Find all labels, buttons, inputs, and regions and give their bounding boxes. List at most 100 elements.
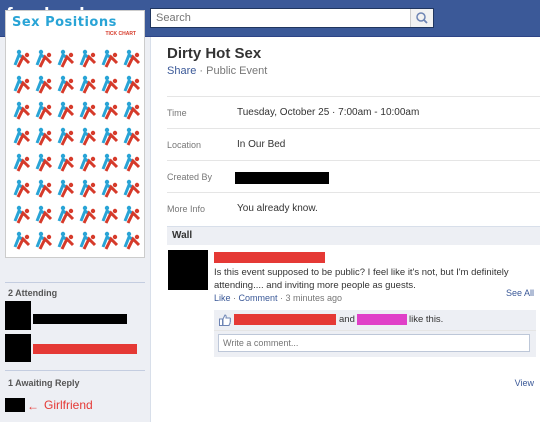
poster-figure [13, 153, 31, 172]
detail-value: You already know. [237, 203, 318, 214]
poster-figure [13, 49, 31, 68]
thumbs-up-icon [219, 314, 231, 326]
event-subtitle: Share · Public Event [167, 65, 267, 77]
poster-figure [101, 75, 119, 94]
poster-figure [57, 179, 75, 198]
post-avatar[interactable] [168, 250, 208, 290]
share-link[interactable]: Share [167, 65, 196, 77]
likes-suffix: like this. [409, 314, 444, 325]
search-input[interactable] [151, 9, 421, 27]
poster-figure [79, 179, 97, 198]
redacted-liker[interactable] [357, 314, 407, 325]
poster-figure [101, 231, 119, 250]
poster-figure [79, 205, 97, 224]
poster-figure [101, 179, 119, 198]
poster-figure [13, 231, 31, 250]
detail-row-more-info: More Info You already know. [167, 192, 540, 225]
poster-figure [123, 101, 141, 120]
poster-figure [123, 205, 141, 224]
poster-figure [13, 179, 31, 198]
poster-figure [101, 49, 119, 68]
detail-value: In Our Bed [237, 139, 286, 150]
redacted-creator[interactable] [235, 172, 329, 184]
post-text: Is this event supposed to be public? I f… [214, 267, 509, 291]
detail-row-location: Location In Our Bed [167, 128, 540, 161]
poster-figure [123, 153, 141, 172]
poster-figure [35, 205, 53, 224]
poster-figure [57, 49, 75, 68]
redacted-liker[interactable] [234, 314, 336, 325]
awaiting-label: 1 Awaiting Reply [8, 378, 80, 388]
event-title: Dirty Hot Sex [167, 45, 262, 62]
poster-figure [35, 49, 53, 68]
post-meta: Like · Comment · 3 minutes ago [214, 293, 342, 303]
wall-header: Wall [167, 226, 540, 245]
event-photo[interactable]: Sex Positions TICK CHART [5, 10, 145, 258]
detail-label: More Info [167, 204, 206, 214]
poster-figure [101, 205, 119, 224]
redacted-name[interactable] [33, 314, 127, 324]
privacy-label: Public Event [206, 65, 268, 77]
avatar[interactable] [5, 398, 25, 412]
poster-figure [79, 101, 97, 120]
poster-figure [123, 49, 141, 68]
detail-label: Created By [167, 172, 213, 182]
poster-figure [101, 101, 119, 120]
arrow-left-icon: ← [27, 399, 39, 413]
poster-figure [35, 179, 53, 198]
separator: · [196, 65, 207, 77]
poster-figure [35, 231, 53, 250]
poster-figure [79, 153, 97, 172]
search-button[interactable] [410, 9, 433, 27]
redacted-poster-name[interactable] [214, 252, 325, 263]
poster-figure [13, 127, 31, 146]
poster-figure [79, 231, 97, 250]
poster-figure [101, 127, 119, 146]
separator: · [277, 293, 286, 303]
detail-label: Location [167, 140, 202, 150]
poster-figure [57, 231, 75, 250]
detail-row-time: Time Tuesday, October 25 · 7:00am - 10:0… [167, 96, 540, 129]
poster-figure [13, 75, 31, 94]
comment-input[interactable] [218, 334, 530, 352]
poster-figure [35, 127, 53, 146]
view-link[interactable]: View [515, 378, 534, 388]
likes-box: and like this. [214, 310, 536, 331]
poster-figure [57, 101, 75, 120]
search-icon [416, 12, 428, 24]
avatar[interactable] [5, 334, 31, 362]
detail-value: Tuesday, October 25 · 7:00am - 10:00am [237, 107, 420, 118]
comment-link[interactable]: Comment [239, 293, 278, 303]
poster-figure [57, 153, 75, 172]
divider [5, 282, 145, 283]
search-box [150, 8, 434, 28]
poster-figure [101, 153, 119, 172]
poster-figure [35, 75, 53, 94]
poster-figure [123, 231, 141, 250]
attending-label: 2 Attending [8, 288, 58, 298]
detail-label: Time [167, 108, 187, 118]
poster-figure [13, 101, 31, 120]
poster-figure [57, 75, 75, 94]
poster-figure [79, 127, 97, 146]
poster-figure [79, 49, 97, 68]
poster-figure [57, 127, 75, 146]
poster-figure [35, 101, 53, 120]
redacted-name[interactable] [33, 344, 137, 354]
avatar[interactable] [5, 301, 31, 330]
poster-figure [57, 205, 75, 224]
post-time: 3 minutes ago [285, 293, 343, 303]
poster-figures [13, 49, 141, 250]
comment-area [214, 331, 536, 357]
poster-figure [123, 127, 141, 146]
and-text: and [339, 314, 355, 325]
poster-figure [79, 75, 97, 94]
poster-figure [123, 179, 141, 198]
like-link[interactable]: Like [214, 293, 231, 303]
divider [5, 370, 145, 371]
poster-figure [35, 153, 53, 172]
wall-label: Wall [172, 230, 193, 241]
detail-row-created-by: Created By [167, 160, 540, 193]
separator: · [230, 293, 239, 303]
poster-figure [13, 205, 31, 224]
